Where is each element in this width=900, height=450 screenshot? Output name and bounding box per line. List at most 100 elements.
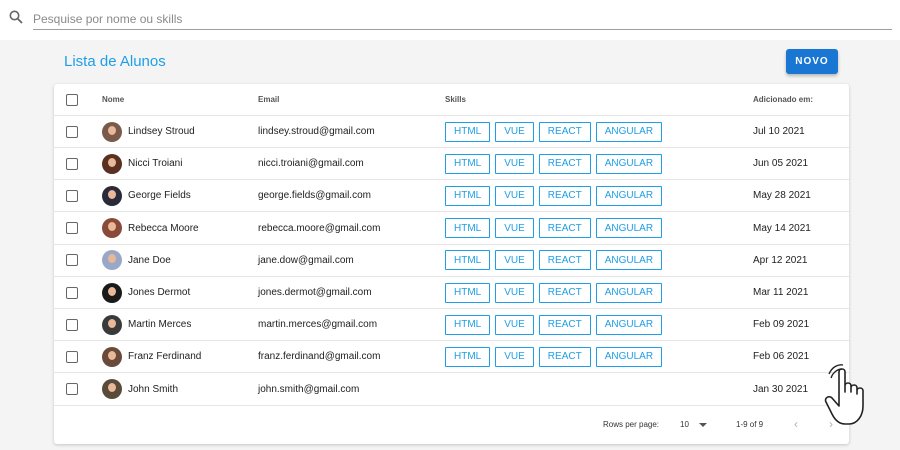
- skills-cell: HTML VUE REACT ANGULAR: [445, 309, 667, 340]
- rows-per-page-select[interactable]: 10: [680, 420, 689, 429]
- added-date: Mar 11 2021: [753, 287, 809, 298]
- student-name: Rebecca Moore: [128, 222, 199, 234]
- skill-chip-vue[interactable]: VUE: [495, 185, 534, 206]
- row-checkbox[interactable]: [66, 383, 78, 396]
- skill-chip-angular[interactable]: ANGULAR: [595, 153, 663, 174]
- added-date: Jul 10 2021: [753, 126, 805, 137]
- row-checkbox[interactable]: [66, 125, 78, 138]
- row-checkbox[interactable]: [66, 286, 78, 299]
- search-icon[interactable]: [9, 10, 23, 24]
- table-row[interactable]: Jane Doe jane.dow@gmail.com HTML VUE REACT…: [54, 245, 849, 277]
- skill-chip-vue[interactable]: VUE: [495, 218, 534, 239]
- skill-chip-html[interactable]: HTML: [445, 218, 491, 239]
- skill-chip-angular[interactable]: ANGULAR: [595, 185, 663, 206]
- avatar: [102, 379, 122, 400]
- student-email: jones.dermot@gmail.com: [258, 287, 372, 298]
- skill-chip-angular[interactable]: ANGULAR: [595, 218, 663, 239]
- student-email: jane.dow@gmail.com: [258, 254, 354, 266]
- header-added-on[interactable]: Adicionado em:: [753, 84, 813, 115]
- added-date: Feb 06 2021: [753, 351, 810, 363]
- skills-cell: HTML VUE REACT ANGULAR: [445, 341, 667, 372]
- search-bar: [0, 0, 900, 40]
- avatar: [102, 185, 122, 206]
- table-row[interactable]: Jones Dermot jones.dermot@gmail.com HTML…: [54, 277, 849, 309]
- added-date: Jan 30 2021: [753, 383, 809, 395]
- skill-chip-react[interactable]: REACT: [538, 185, 591, 206]
- skill-chip-html[interactable]: HTML: [445, 346, 491, 367]
- page-title: Lista de Alunos: [64, 53, 166, 70]
- row-checkbox[interactable]: [66, 157, 78, 170]
- table-row[interactable]: Nicci Troiani nicci.troiani@gmail.com HT…: [54, 148, 849, 181]
- skill-chip-angular[interactable]: ANGULAR: [595, 121, 663, 142]
- student-name: George Fields: [128, 190, 191, 202]
- avatar: [102, 153, 122, 174]
- table-row[interactable]: Franz Ferdinand franz.ferdinand@gmail.co…: [54, 341, 849, 374]
- table-row[interactable]: George Fields george.fields@gmail.com HT…: [54, 180, 849, 213]
- table-header-row: Nome Email Skills Adicionado em:: [54, 84, 849, 116]
- skill-chip-react[interactable]: REACT: [538, 282, 591, 303]
- row-checkbox[interactable]: [66, 254, 78, 267]
- table-footer: Rows per page: 10 1-9 of 9 ‹ ›: [54, 406, 849, 444]
- student-name: Nicci Troiani: [128, 158, 183, 170]
- student-email: rebecca.moore@gmail.com: [258, 222, 381, 234]
- skill-chip-vue[interactable]: VUE: [495, 153, 534, 174]
- student-name: John Smith: [128, 383, 179, 395]
- added-date: Jun 05 2021: [753, 158, 809, 170]
- row-checkbox[interactable]: [66, 318, 78, 331]
- skill-chip-html[interactable]: HTML: [445, 185, 491, 206]
- skill-chip-angular[interactable]: ANGULAR: [595, 282, 663, 303]
- student-email: john.smith@gmail.com: [258, 383, 360, 395]
- added-date: May 14 2021: [753, 222, 811, 234]
- table-row[interactable]: John Smith john.smith@gmail.com Jan 30 2…: [54, 374, 849, 406]
- student-name: Jane Doe: [128, 254, 171, 266]
- row-checkbox[interactable]: [66, 189, 78, 202]
- row-checkbox[interactable]: [66, 222, 78, 235]
- skill-chip-angular[interactable]: ANGULAR: [595, 250, 663, 271]
- student-name: Jones Dermot: [128, 287, 191, 298]
- header-skills[interactable]: Skills: [445, 84, 466, 115]
- skill-chip-html[interactable]: HTML: [445, 153, 491, 174]
- skill-chip-vue[interactable]: VUE: [495, 282, 534, 303]
- student-email: george.fields@gmail.com: [258, 190, 371, 202]
- new-student-button[interactable]: NOVO: [786, 49, 838, 74]
- chevron-down-icon[interactable]: [699, 423, 707, 427]
- skill-chip-angular[interactable]: ANGULAR: [595, 346, 663, 367]
- skill-chip-html[interactable]: HTML: [445, 282, 491, 303]
- student-email: lindsey.stroud@gmail.com: [258, 126, 375, 137]
- skill-chip-react[interactable]: REACT: [538, 153, 591, 174]
- added-date: Apr 12 2021: [753, 254, 808, 266]
- table-row[interactable]: Rebecca Moore rebecca.moore@gmail.com HT…: [54, 213, 849, 245]
- skill-chip-angular[interactable]: ANGULAR: [595, 314, 663, 335]
- skill-chip-react[interactable]: REACT: [538, 314, 591, 335]
- header-name[interactable]: Nome: [102, 84, 124, 115]
- select-all-checkbox[interactable]: [66, 93, 78, 106]
- row-checkbox[interactable]: [66, 350, 78, 363]
- table-row[interactable]: Martin Merces martin.merces@gmail.com HT…: [54, 309, 849, 342]
- skill-chip-react[interactable]: REACT: [538, 218, 591, 239]
- hand-pointer-icon: [824, 364, 864, 425]
- skill-chip-vue[interactable]: VUE: [495, 121, 534, 142]
- previous-page-button[interactable]: ‹: [789, 416, 803, 432]
- avatar: [102, 282, 122, 303]
- skills-cell: HTML VUE REACT ANGULAR: [445, 116, 667, 147]
- header-email[interactable]: Email: [258, 84, 279, 115]
- skill-chip-vue[interactable]: VUE: [495, 346, 534, 367]
- skills-cell: HTML VUE REACT ANGULAR: [445, 148, 667, 179]
- search-input[interactable]: [33, 8, 892, 30]
- skill-chip-html[interactable]: HTML: [445, 121, 491, 142]
- skills-cell: HTML VUE REACT ANGULAR: [445, 277, 667, 308]
- table-row[interactable]: Lindsey Stroud lindsey.stroud@gmail.com …: [54, 116, 849, 148]
- skill-chip-vue[interactable]: VUE: [495, 314, 534, 335]
- skills-cell: HTML VUE REACT ANGULAR: [445, 180, 667, 211]
- skill-chip-react[interactable]: REACT: [538, 346, 591, 367]
- student-email: franz.ferdinand@gmail.com: [258, 351, 381, 363]
- avatar: [102, 218, 122, 239]
- avatar: [102, 250, 122, 271]
- skill-chip-react[interactable]: REACT: [538, 121, 591, 142]
- skill-chip-vue[interactable]: VUE: [495, 250, 534, 271]
- skill-chip-html[interactable]: HTML: [445, 314, 491, 335]
- pagination-range: 1-9 of 9: [736, 420, 764, 429]
- skill-chip-html[interactable]: HTML: [445, 250, 491, 271]
- avatar: [102, 346, 122, 367]
- skill-chip-react[interactable]: REACT: [538, 250, 591, 271]
